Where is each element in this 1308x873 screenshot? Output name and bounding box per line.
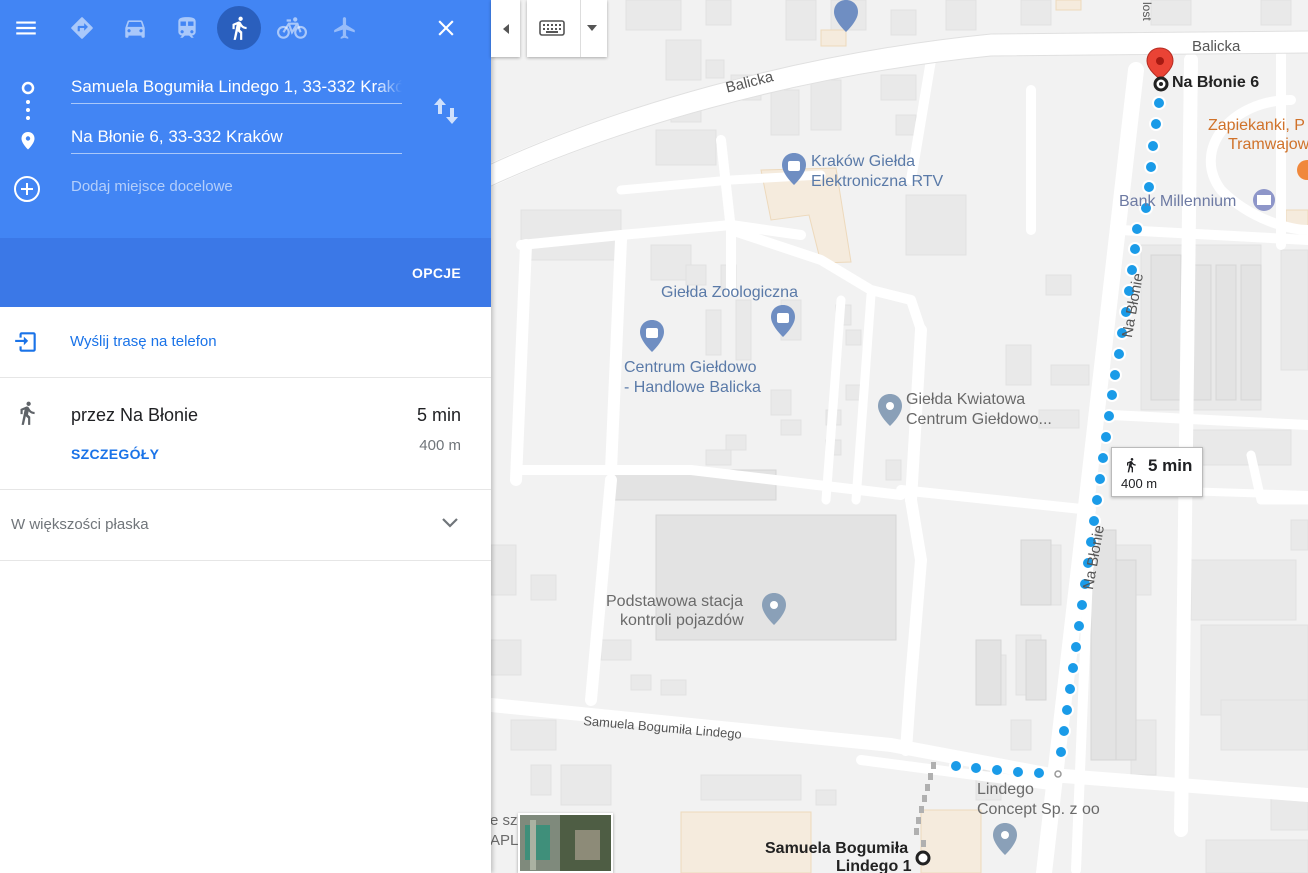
origin-label-2: Lindego 1 <box>836 858 912 873</box>
close-icon <box>438 20 454 36</box>
map-label-rtv-2: Elektroniczna RTV <box>811 173 944 190</box>
map-label-kwiatowa-1: Giełda Kwiatowa <box>906 391 1026 408</box>
map-label-zapiekanki: Zapiekanki, P <box>1208 117 1305 134</box>
mode-best-button[interactable] <box>60 6 104 50</box>
swap-icon[interactable] <box>432 96 460 126</box>
car-icon <box>125 20 145 38</box>
close-directions-button[interactable] <box>424 6 468 50</box>
terrain-label: W większości płaska <box>11 516 149 533</box>
poi-pins <box>640 0 1308 855</box>
trip-distance: 400 m <box>419 437 461 454</box>
mode-car-button[interactable] <box>113 6 157 50</box>
menu-button[interactable] <box>4 6 48 50</box>
route-duration-bubble[interactable]: 5 min 400 m <box>1111 447 1203 497</box>
send-to-phone-row[interactable]: Wyślij trasę na telefon <box>0 307 491 378</box>
bubble-duration: 5 min <box>1148 456 1193 475</box>
destination-input-value: Na Błonie 6, 33-332 Kraków <box>71 127 283 146</box>
send-to-phone-label: Wyślij trasę na telefon <box>70 333 217 350</box>
options-button[interactable]: OPCJE <box>412 265 461 281</box>
map-label-balicka-top: Balicka <box>1192 38 1241 55</box>
mode-transit-button[interactable] <box>165 6 209 50</box>
chevron-down-icon[interactable] <box>440 516 460 530</box>
directions-header: Samuela Bogumiła Lindego 1, 33-332 Krakó… <box>0 0 491 238</box>
flight-icon <box>334 17 355 39</box>
walk-icon <box>232 16 247 40</box>
collapse-panel-button[interactable] <box>491 0 520 57</box>
directions-panel: Samuela Bogumiła Lindego 1, 33-332 Krakó… <box>0 0 491 873</box>
send-to-phone-icon <box>15 332 36 352</box>
keyboard-icon <box>539 20 565 36</box>
origin-input-value: Samuela Bogumiła Lindego 1, 33-332 Krakó… <box>71 77 402 96</box>
bike-icon <box>277 17 307 39</box>
map-label-lindego-poi-1: Lindego <box>977 781 1034 798</box>
map-label-lost: lost <box>1140 2 1154 21</box>
walk-icon <box>1127 458 1136 473</box>
map-label-rtv-1: Kraków Giełda <box>811 153 916 170</box>
map-label-stacja-2: kontroli pojazdów <box>620 612 744 629</box>
origin-label-1: Samuela Bogumiła <box>765 840 909 857</box>
input-tools-button[interactable] <box>527 0 607 57</box>
trip-option[interactable]: przez Na Błonie 5 min 400 m SZCZEGÓŁY <box>0 378 491 490</box>
map-label-centrum-2: - Handlowe Balicka <box>624 379 761 396</box>
caret-left-icon <box>502 23 509 34</box>
add-destination-icon[interactable] <box>13 175 41 203</box>
map-label-edge-2: APL <box>490 832 519 849</box>
add-destination-input[interactable]: Dodaj miejsce docelowe <box>71 178 233 195</box>
map-label-stacja-1: Podstawowa stacja <box>606 593 743 610</box>
directions-icon <box>71 17 93 39</box>
travel-mode-bar <box>0 6 491 50</box>
menu-icon <box>16 21 36 35</box>
destination-input[interactable]: Na Błonie 6, 33-332 Kraków <box>71 120 402 154</box>
route-line-icon <box>21 81 35 150</box>
map-label-centrum-1: Centrum Giełdowo <box>624 359 757 376</box>
map-label-lindego-poi-2: Concept Sp. z oo <box>977 801 1100 818</box>
map-label-tramwajow: Tramwajow <box>1228 136 1308 153</box>
destination-label: Na Błonie 6 <box>1172 74 1260 91</box>
walk-icon <box>20 401 35 425</box>
transit-icon <box>178 17 196 38</box>
origin-input[interactable]: Samuela Bogumiła Lindego 1, 33-332 Krakó… <box>71 70 402 104</box>
mode-bike-button[interactable] <box>270 6 314 50</box>
trip-duration: 5 min <box>416 405 461 425</box>
satellite-thumbnail[interactable] <box>518 813 613 873</box>
map-label-edge-1: e sz <box>490 812 518 829</box>
dropdown-arrow-icon[interactable] <box>587 25 597 31</box>
trip-via: przez Na Błonie <box>71 405 199 425</box>
map-canvas[interactable] <box>491 0 1308 873</box>
map-label-zoo: Giełda Zoologiczna <box>661 284 798 301</box>
map-label-bank: Bank Millennium <box>1119 193 1237 210</box>
map-label-kwiatowa-2: Centrum Giełdowo... <box>906 411 1052 428</box>
details-button[interactable]: SZCZEGÓŁY <box>71 446 159 462</box>
bubble-distance: 400 m <box>1121 476 1158 491</box>
terrain-row[interactable]: W większości płaska <box>0 490 491 561</box>
mode-walk-button[interactable] <box>217 6 261 50</box>
mode-flight-button[interactable] <box>323 6 367 50</box>
